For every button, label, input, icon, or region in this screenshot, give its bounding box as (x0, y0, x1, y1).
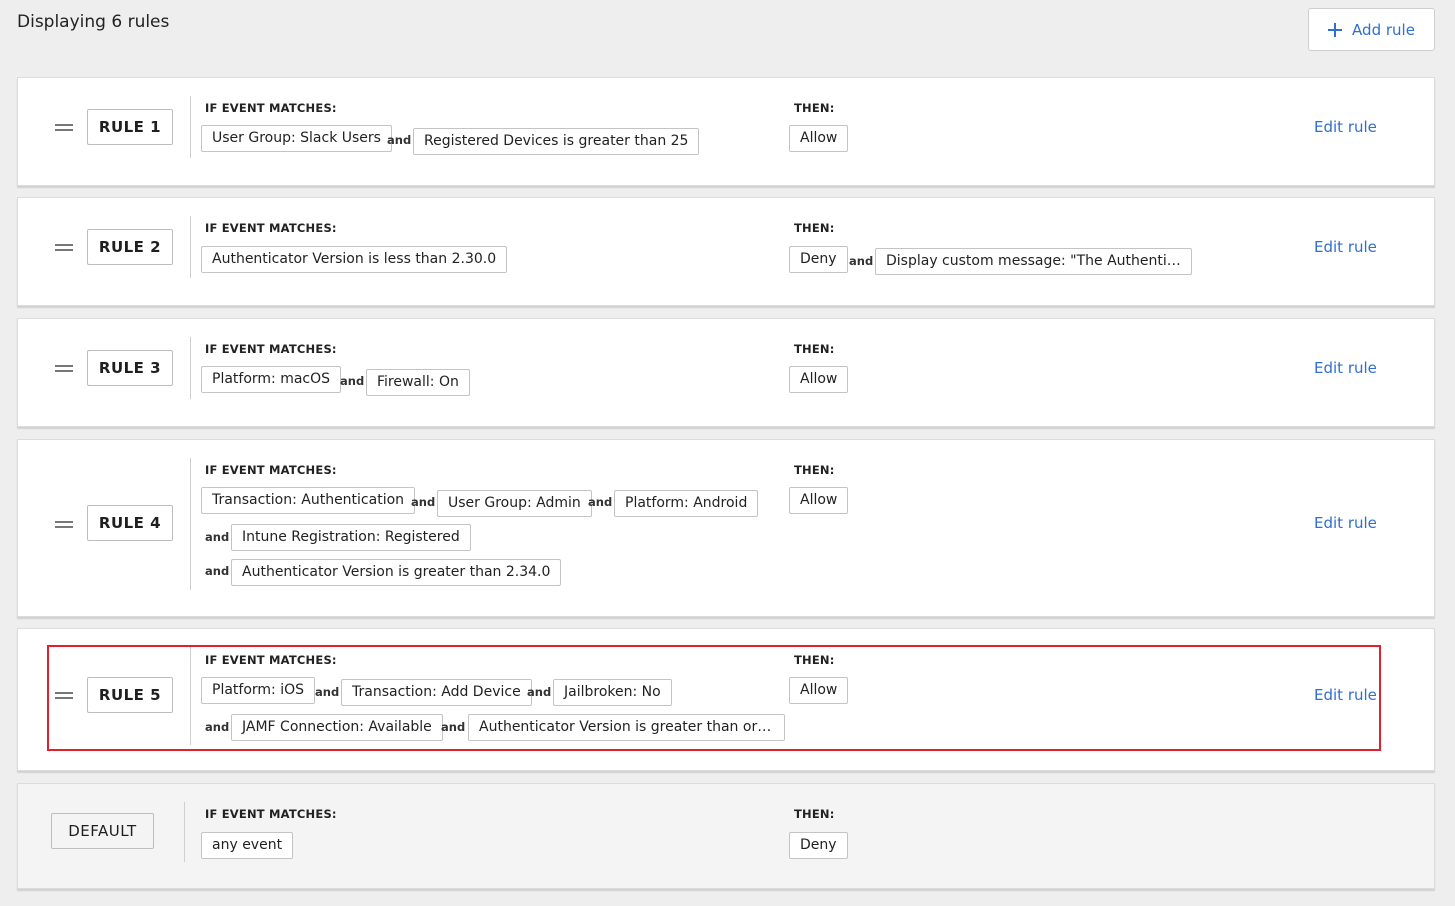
rule-label: RULE 2 (87, 229, 173, 265)
edit-rule-link[interactable]: Edit rule (1314, 238, 1377, 256)
if-event-matches-label: IF EVENT MATCHES: (205, 221, 337, 235)
and-connector: and (441, 720, 466, 734)
drag-handle-icon[interactable] (55, 365, 73, 372)
action-chip: Deny (789, 246, 848, 273)
divider (190, 458, 191, 590)
action-chip: Allow (789, 125, 849, 152)
if-event-matches-label: IF EVENT MATCHES: (205, 653, 337, 667)
condition-chip: Authenticator Version is greater than or… (468, 714, 785, 741)
condition-chip: any event (201, 832, 294, 859)
divider (190, 216, 191, 278)
and-connector: and (527, 685, 552, 699)
condition-chip: Platform: iOS (201, 677, 316, 704)
plus-icon (1328, 22, 1343, 37)
condition-chip: Transaction: Add Device (341, 679, 532, 706)
and-connector: and (205, 530, 230, 544)
divider (190, 96, 191, 158)
and-connector: and (588, 495, 613, 509)
divider (190, 337, 191, 399)
then-label: THEN: (794, 463, 835, 477)
and-connector: and (387, 133, 412, 147)
drag-handle-icon[interactable] (55, 244, 73, 251)
add-rule-label: Add rule (1352, 20, 1415, 39)
edit-rule-link[interactable]: Edit rule (1314, 118, 1377, 136)
condition-chip: Intune Registration: Registered (231, 524, 471, 551)
if-event-matches-label: IF EVENT MATCHES: (205, 463, 337, 477)
rule-card-2: RULE 2 IF EVENT MATCHES: Authenticator V… (17, 197, 1435, 306)
rule-label: RULE 5 (87, 677, 173, 713)
rule-card-4: RULE 4 IF EVENT MATCHES: Transaction: Au… (17, 439, 1435, 617)
rule-label: RULE 3 (87, 350, 173, 386)
condition-chip: Firewall: On (366, 369, 470, 396)
rule-card-3: RULE 3 IF EVENT MATCHES: Platform: macOS… (17, 318, 1435, 427)
edit-rule-link[interactable]: Edit rule (1314, 359, 1377, 377)
action-chip: Allow (789, 487, 849, 514)
rule-label: DEFAULT (51, 813, 154, 849)
if-event-matches-label: IF EVENT MATCHES: (205, 807, 337, 821)
action-chip: Deny (789, 832, 848, 859)
drag-handle-icon[interactable] (55, 521, 73, 528)
then-label: THEN: (794, 807, 835, 821)
condition-chip: Authenticator Version is greater than 2.… (231, 559, 562, 586)
if-event-matches-label: IF EVENT MATCHES: (205, 101, 337, 115)
rule-label: RULE 4 (87, 505, 173, 541)
condition-chip: Transaction: Authentication (201, 487, 416, 514)
add-rule-button[interactable]: Add rule (1308, 8, 1435, 51)
condition-chip: Platform: macOS (201, 366, 342, 393)
if-event-matches-label: IF EVENT MATCHES: (205, 342, 337, 356)
edit-rule-link[interactable]: Edit rule (1314, 686, 1377, 704)
divider (184, 802, 185, 862)
and-connector: and (849, 254, 874, 268)
then-label: THEN: (794, 342, 835, 356)
then-label: THEN: (794, 101, 835, 115)
divider (190, 647, 191, 745)
rule-card-default: DEFAULT IF EVENT MATCHES: any event THEN… (17, 783, 1435, 889)
condition-chip: Jailbroken: No (553, 679, 672, 706)
and-connector: and (205, 564, 230, 578)
action-chip: Allow (789, 677, 849, 704)
rule-label: RULE 1 (87, 109, 173, 145)
condition-chip: User Group: Admin (437, 490, 592, 517)
and-connector: and (205, 720, 230, 734)
edit-rule-link[interactable]: Edit rule (1314, 514, 1377, 532)
then-label: THEN: (794, 221, 835, 235)
and-connector: and (340, 374, 365, 388)
rules-count-title: Displaying 6 rules (17, 12, 170, 32)
condition-chip: Authenticator Version is less than 2.30.… (201, 246, 508, 273)
drag-handle-icon[interactable] (55, 692, 73, 699)
rule-card-1: RULE 1 IF EVENT MATCHES: User Group: Sla… (17, 77, 1435, 186)
condition-chip: User Group: Slack Users (201, 125, 392, 152)
and-connector: and (411, 495, 436, 509)
drag-handle-icon[interactable] (55, 124, 73, 131)
condition-chip: JAMF Connection: Available (231, 714, 443, 741)
condition-chip: Registered Devices is greater than 25 (413, 128, 700, 155)
then-label: THEN: (794, 653, 835, 667)
rule-card-5: RULE 5 IF EVENT MATCHES: Platform: iOS a… (17, 628, 1435, 771)
and-connector: and (315, 685, 340, 699)
condition-chip: Platform: Android (614, 490, 759, 517)
action-chip: Allow (789, 366, 849, 393)
action-chip: Display custom message: "The Authentica.… (875, 248, 1192, 275)
